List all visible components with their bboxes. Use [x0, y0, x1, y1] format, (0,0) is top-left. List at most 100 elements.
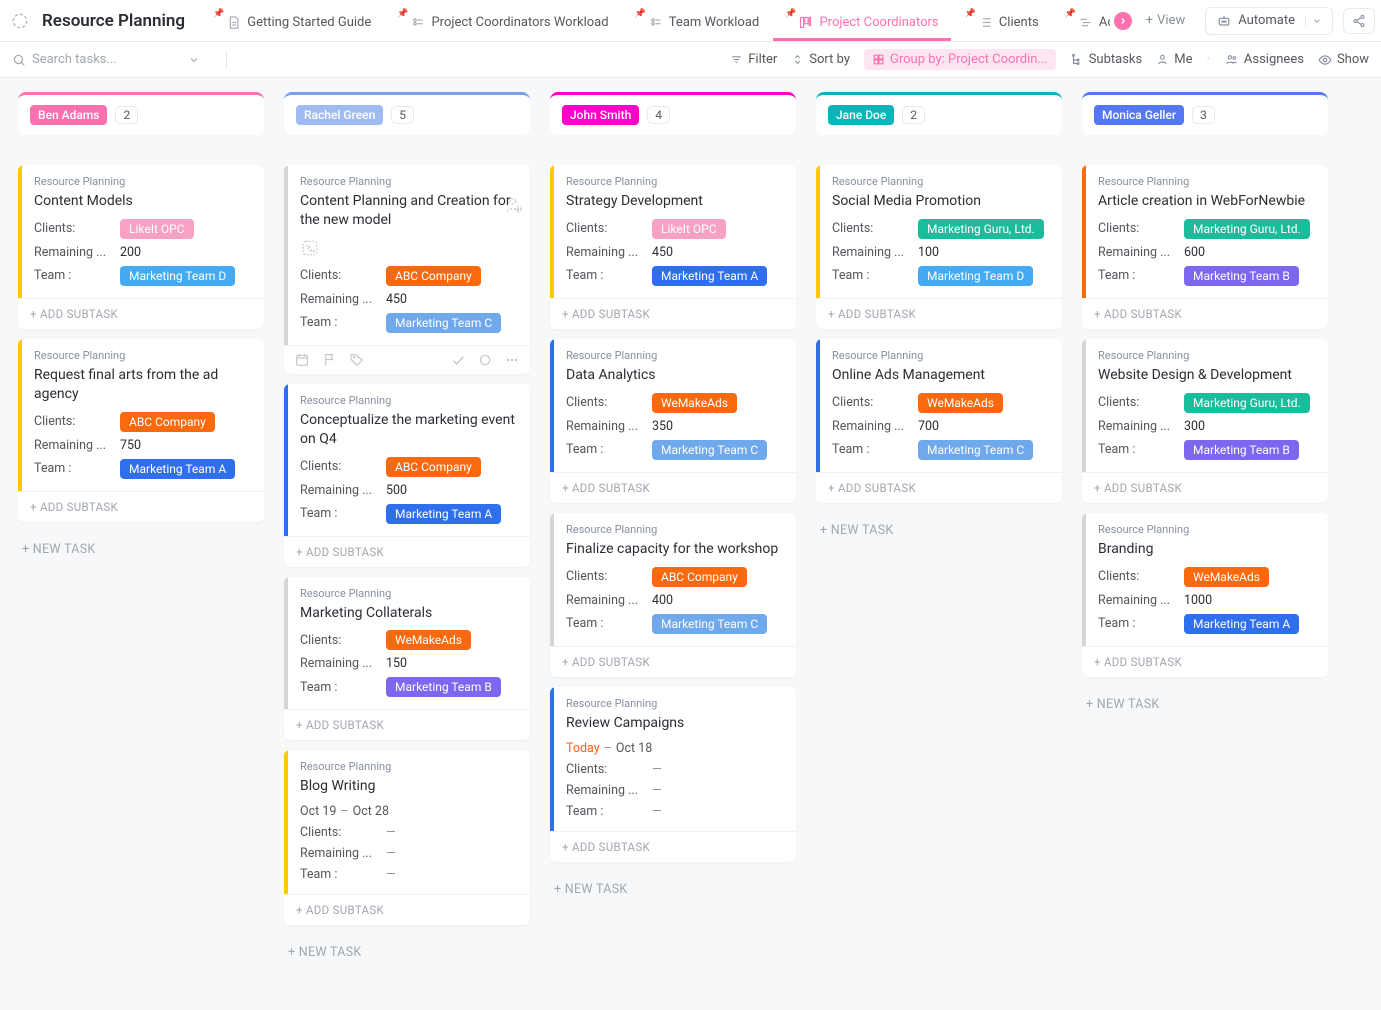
- tag[interactable]: ABC Company: [386, 457, 481, 477]
- card-body: Resource PlanningBlog WritingOct 19–Oct …: [288, 750, 530, 894]
- add-subtask-button[interactable]: ADD SUBTASK: [1082, 646, 1328, 677]
- tag[interactable]: Marketing Guru, Ltd.: [918, 219, 1044, 239]
- task-card[interactable]: Resource PlanningReview CampaignsToday–O…: [550, 687, 796, 862]
- view-tab-activity-gant[interactable]: 📌Activity Gant: [1053, 7, 1110, 41]
- column-header[interactable]: Ben Adams2: [18, 92, 264, 135]
- show-button[interactable]: Show: [1318, 52, 1369, 67]
- tag[interactable]: Marketing Team C: [652, 440, 767, 460]
- tag-icon[interactable]: [349, 352, 365, 368]
- share-button[interactable]: [1343, 8, 1375, 34]
- status-circle-icon[interactable]: [478, 353, 492, 367]
- empty-value: —: [386, 846, 396, 861]
- new-task-button[interactable]: NEW TASK: [550, 872, 796, 907]
- tag[interactable]: Marketing Team C: [652, 614, 767, 634]
- task-card[interactable]: Resource PlanningData AnalyticsClients:W…: [550, 339, 796, 503]
- tag[interactable]: Marketing Team B: [386, 677, 501, 697]
- add-subtask-button[interactable]: ADD SUBTASK: [18, 298, 264, 329]
- view-tab-project-coordinators[interactable]: 📌Project Coordinators: [773, 7, 950, 41]
- tag[interactable]: Marketing Team B: [1184, 440, 1299, 460]
- tag[interactable]: Marketing Team D: [120, 266, 235, 286]
- me-button[interactable]: Me: [1156, 52, 1192, 67]
- add-subtask-button[interactable]: ADD SUBTASK: [284, 709, 530, 740]
- tag[interactable]: WeMakeAds: [918, 393, 1003, 413]
- app-logo-icon[interactable]: [6, 7, 34, 35]
- tag[interactable]: ABC Company: [386, 266, 481, 286]
- tag[interactable]: WeMakeAds: [1184, 567, 1269, 587]
- assignees-button[interactable]: Assignees: [1224, 52, 1304, 67]
- add-subtask-button[interactable]: ADD SUBTASK: [284, 536, 530, 567]
- task-card[interactable]: Resource PlanningContent Planning and Cr…: [284, 165, 530, 374]
- tag[interactable]: WeMakeAds: [386, 630, 471, 650]
- view-tab-clients[interactable]: 📌Clients: [953, 7, 1051, 41]
- flag-icon[interactable]: [322, 352, 337, 367]
- add-subtask-button[interactable]: ADD SUBTASK: [816, 472, 1062, 503]
- tag[interactable]: ABC Company: [652, 567, 747, 587]
- add-view-button[interactable]: + View: [1136, 13, 1196, 28]
- column-header[interactable]: Jane Doe2: [816, 92, 1062, 135]
- more-icon[interactable]: [504, 352, 520, 368]
- sort-button[interactable]: Sort by: [791, 52, 850, 67]
- view-tab-project-coordinators-workload[interactable]: 📌Project Coordinators Workload: [385, 7, 620, 41]
- add-subtask-button[interactable]: ADD SUBTASK: [550, 472, 796, 503]
- add-subtask-button[interactable]: ADD SUBTASK: [816, 298, 1062, 329]
- tag[interactable]: ABC Company: [120, 412, 215, 432]
- task-card[interactable]: Resource PlanningBlog WritingOct 19–Oct …: [284, 750, 530, 925]
- field-label: Team :: [300, 315, 372, 330]
- automate-button[interactable]: Automate: [1205, 7, 1333, 35]
- task-card[interactable]: Resource PlanningConceptualize the marke…: [284, 384, 530, 567]
- task-card[interactable]: Resource PlanningBrandingClients:WeMakeA…: [1082, 513, 1328, 677]
- task-card[interactable]: Resource PlanningStrategy DevelopmentCli…: [550, 165, 796, 329]
- search-caret-icon[interactable]: [188, 54, 200, 66]
- search-input[interactable]: [32, 52, 182, 67]
- column-header[interactable]: Monica Geller3: [1082, 92, 1328, 135]
- card-breadcrumb: Resource Planning: [300, 394, 518, 407]
- add-subtask-button[interactable]: ADD SUBTASK: [550, 646, 796, 677]
- tag[interactable]: Marketing Team D: [918, 266, 1033, 286]
- new-task-button[interactable]: NEW TASK: [18, 532, 264, 567]
- add-subtask-button[interactable]: ADD SUBTASK: [550, 831, 796, 862]
- tag[interactable]: WeMakeAds: [652, 393, 737, 413]
- add-subtask-button[interactable]: ADD SUBTASK: [284, 894, 530, 925]
- tag[interactable]: Marketing Team A: [652, 266, 767, 286]
- add-subtask-button[interactable]: ADD SUBTASK: [1082, 298, 1328, 329]
- tag[interactable]: Marketing Team A: [386, 504, 501, 524]
- view-tab-getting-started-guide[interactable]: 📌Getting Started Guide: [201, 7, 383, 41]
- tag[interactable]: Marketing Guru, Ltd.: [1184, 219, 1310, 239]
- tag[interactable]: Marketing Team C: [386, 313, 501, 333]
- check-icon[interactable]: [450, 352, 466, 368]
- field-label: Team :: [300, 867, 372, 882]
- tag[interactable]: LikeIt OPC: [652, 219, 726, 239]
- task-card[interactable]: Resource PlanningRequest final arts from…: [18, 339, 264, 522]
- group-by-button[interactable]: Group by: Project Coordin...: [864, 49, 1056, 70]
- task-card[interactable]: Resource PlanningMarketing CollateralsCl…: [284, 577, 530, 741]
- task-card[interactable]: Resource PlanningWebsite Design & Develo…: [1082, 339, 1328, 503]
- task-card[interactable]: Resource PlanningFinalize capacity for t…: [550, 513, 796, 677]
- tag[interactable]: Marketing Team A: [1184, 614, 1299, 634]
- task-card[interactable]: Resource PlanningOnline Ads ManagementCl…: [816, 339, 1062, 503]
- filter-button[interactable]: Filter: [730, 52, 777, 67]
- tag[interactable]: Marketing Team A: [120, 459, 235, 479]
- tag[interactable]: Marketing Guru, Ltd.: [1184, 393, 1310, 413]
- view-tab-team-workload[interactable]: 📌Team Workload: [623, 7, 772, 41]
- chevron-down-icon[interactable]: [1305, 16, 1322, 26]
- git-placeholder-icon[interactable]: [300, 238, 518, 258]
- column-header[interactable]: John Smith4: [550, 92, 796, 135]
- subtasks-button[interactable]: Subtasks: [1070, 52, 1143, 67]
- task-card[interactable]: Resource PlanningContent ModelsClients:L…: [18, 165, 264, 329]
- new-task-button[interactable]: NEW TASK: [284, 935, 530, 970]
- tag[interactable]: Marketing Team C: [918, 440, 1033, 460]
- add-subtask-button[interactable]: ADD SUBTASK: [18, 491, 264, 522]
- add-subtask-button[interactable]: ADD SUBTASK: [1082, 472, 1328, 503]
- new-task-button[interactable]: NEW TASK: [816, 513, 1062, 548]
- task-card[interactable]: Resource PlanningSocial Media PromotionC…: [816, 165, 1062, 329]
- tag[interactable]: Marketing Team B: [1184, 266, 1299, 286]
- views-overflow-button[interactable]: [1114, 12, 1132, 30]
- tag[interactable]: LikeIt OPC: [120, 219, 194, 239]
- new-task-button[interactable]: NEW TASK: [1082, 687, 1328, 722]
- assignee-placeholder-icon[interactable]: [502, 193, 524, 215]
- add-subtask-button[interactable]: ADD SUBTASK: [550, 298, 796, 329]
- date-icon[interactable]: [294, 352, 310, 368]
- task-card[interactable]: Resource PlanningArticle creation in Web…: [1082, 165, 1328, 329]
- column-header[interactable]: Rachel Green5: [284, 92, 530, 135]
- plus-icon: +: [1146, 13, 1153, 28]
